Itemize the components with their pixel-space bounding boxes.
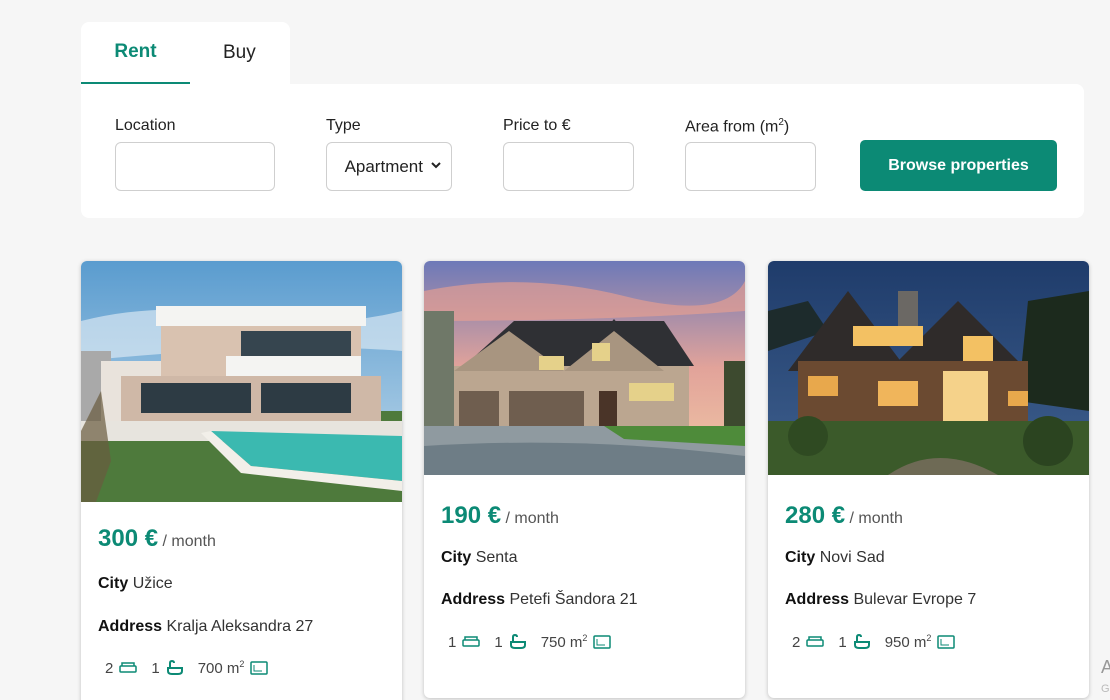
listing-city: City Novi Sad	[785, 549, 885, 566]
bath-icon	[166, 660, 184, 676]
listing-photo	[424, 261, 745, 475]
listing-address: Address Petefi Šandora 21	[441, 591, 638, 608]
type-select[interactable]: Apartment	[326, 142, 452, 191]
clipped-edge-text: G	[1101, 683, 1110, 695]
area-input[interactable]	[685, 142, 816, 191]
browse-properties-button[interactable]: Browse properties	[860, 140, 1057, 191]
listing-photo	[81, 261, 402, 502]
tab-buy[interactable]: Buy	[190, 22, 290, 84]
chevron-down-icon	[431, 161, 441, 172]
area-icon	[593, 635, 612, 649]
listing-city: City Senta	[441, 549, 518, 566]
area-icon	[250, 661, 269, 675]
type-select-value: Apartment	[344, 156, 423, 176]
tab-rent[interactable]: Rent	[81, 22, 190, 84]
rent-buy-tabs: Rent Buy	[81, 22, 290, 84]
bed-icon	[806, 636, 825, 648]
bed-icon	[462, 636, 481, 648]
listing-price: 190 € / month	[441, 502, 559, 529]
listing-card[interactable]: 280 € / month City Novi Sad Address Bule…	[768, 261, 1089, 698]
listing-price: 300 € / month	[98, 525, 216, 552]
search-panel: Location Type Apartment Price to € Area …	[81, 84, 1084, 218]
location-label: Location	[115, 117, 176, 134]
listing-card[interactable]: 190 € / month City Senta Address Petefi …	[424, 261, 745, 698]
listing-address: Address Kralja Aleksandra 27	[98, 618, 314, 635]
listing-features: 1 1 750 m2	[448, 633, 612, 651]
bath-icon	[509, 634, 527, 650]
listing-city: City Užice	[98, 575, 173, 592]
type-label: Type	[326, 117, 361, 134]
bed-icon	[119, 662, 138, 674]
listing-features: 2 1 950 m2	[792, 633, 956, 651]
listing-address: Address Bulevar Evrope 7	[785, 591, 977, 608]
listing-photo	[768, 261, 1089, 475]
listing-card[interactable]: 300 € / month City Užice Address Kralja …	[81, 261, 402, 700]
clipped-edge-text: A	[1101, 657, 1110, 677]
listing-price: 280 € / month	[785, 502, 903, 529]
price-input[interactable]	[503, 142, 634, 191]
area-label: Area from (m2)	[685, 117, 790, 136]
bath-icon	[853, 634, 871, 650]
price-label: Price to €	[503, 117, 571, 134]
area-icon	[937, 635, 956, 649]
location-input[interactable]	[115, 142, 275, 191]
listing-features: 2 1 700 m2	[105, 659, 269, 677]
